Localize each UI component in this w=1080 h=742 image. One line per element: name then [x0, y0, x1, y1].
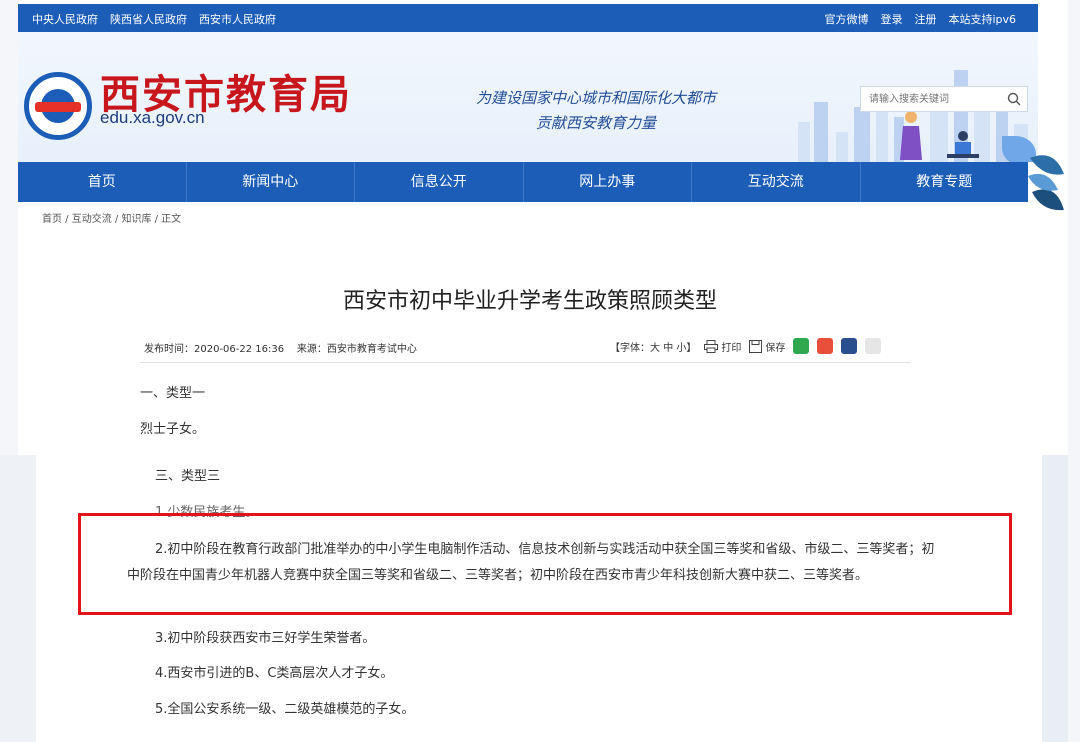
nav-education-topics[interactable]: 教育专题: [861, 162, 1029, 202]
print-icon: [704, 339, 719, 353]
link-central-gov[interactable]: 中央人民政府: [32, 11, 98, 27]
slogan-line-2: 贡献西安教育力量: [535, 114, 656, 132]
site-slogan: 为建设国家中心城市和国际化大都市 贡献西安教育力量: [436, 86, 756, 136]
skyline-building: [814, 102, 828, 162]
top-links-left: 中央人民政府 陕西省人民政府 西安市人民政府: [32, 11, 276, 27]
link-register[interactable]: 注册: [914, 11, 936, 27]
list-item-3: 3.初中阶段获西安市三好学生荣誉者。: [155, 631, 376, 646]
font-small-button[interactable]: 小: [676, 343, 686, 354]
qq-icon[interactable]: [841, 338, 858, 354]
nav-news[interactable]: 新闻中心: [187, 162, 355, 202]
publish-time: 发布时间：2020-06-22 16:36: [144, 344, 285, 355]
leaf-cluster-icon: [1028, 155, 1064, 211]
nav-interaction[interactable]: 互动交流: [692, 162, 861, 202]
top-bar: 中央人民政府 陕西省人民政府 西安市人民政府 官方微博 登录 注册 本站支持ip…: [18, 4, 1038, 32]
wechat-icon[interactable]: [793, 338, 810, 354]
article-tools: 【字体：大 中 小】 打印 保存: [610, 338, 882, 354]
weibo-icon[interactable]: [817, 338, 834, 354]
skyline-building: [798, 122, 810, 162]
search-input[interactable]: [869, 91, 999, 107]
meta-divider: [140, 362, 910, 363]
list-item-5: 5.全国公安系统一级、二级英雄模范的子女。: [155, 702, 415, 717]
slogan-line-1: 为建设国家中心城市和国际化大都市: [475, 89, 716, 107]
main-nav: 首页 新闻中心 信息公开 网上办事 互动交流 教育专题: [18, 162, 1028, 202]
logo-ribbon: [35, 102, 81, 112]
save-label: 保存: [765, 342, 786, 354]
font-size-control: 【字体：大 中 小】: [610, 339, 696, 354]
article-meta: 发布时间：2020-06-22 16:36 来源：西安市教育考试中心 【字体：大…: [140, 338, 910, 356]
nav-info-disclosure[interactable]: 信息公开: [355, 162, 524, 202]
print-label: 打印: [721, 342, 742, 354]
ipv6-label: 本站支持ipv6: [948, 13, 1016, 26]
save-button[interactable]: 保存: [749, 339, 785, 354]
article-source: 来源：西安市教育考试中心: [296, 344, 417, 355]
meta-info: 发布时间：2020-06-22 16:36 来源：西安市教育考试中心: [144, 340, 417, 355]
skyline-building: [854, 107, 870, 162]
top-links-right: 官方微博 登录 注册 本站支持ipv6: [824, 11, 1016, 27]
link-weibo[interactable]: 官方微博: [824, 11, 868, 27]
font-size-bracket: 】: [686, 342, 697, 354]
section-heading-1: 一、类型一: [140, 386, 206, 401]
nav-home[interactable]: 首页: [18, 162, 187, 202]
side-panel-left: [0, 455, 36, 742]
print-button[interactable]: 打印: [704, 339, 741, 354]
article-title: 西安市初中毕业升学考生政策照顾类型: [342, 289, 717, 314]
search-icon[interactable]: [1007, 92, 1021, 106]
search-box: [860, 86, 1028, 112]
skyline-building: [836, 132, 848, 162]
scrollbar-track[interactable]: [1042, 455, 1068, 742]
font-big-button[interactable]: 大: [650, 343, 660, 354]
link-shaanxi-gov[interactable]: 陕西省人民政府: [110, 11, 187, 27]
nav-online-services[interactable]: 网上办事: [524, 162, 692, 202]
font-mid-button[interactable]: 中: [663, 343, 673, 354]
page-frame-right: [1068, 0, 1080, 742]
site-domain: edu.xa.gov.cn: [100, 108, 205, 127]
link-login[interactable]: 登录: [880, 11, 902, 27]
highlight-annotation-box: [78, 513, 1012, 615]
figure-illustration-icon: [900, 111, 922, 160]
desk-illustration-icon: [947, 131, 979, 158]
site-header: 西安市教育局 edu.xa.gov.cn 为建设国家中心城市和国际化大都市 贡献…: [18, 32, 1038, 162]
share-icon[interactable]: [865, 338, 882, 354]
font-size-label: 【字体：: [610, 342, 650, 354]
breadcrumb[interactable]: 首页 / 互动交流 / 知识库 / 正文: [42, 210, 181, 225]
save-icon: [749, 339, 763, 353]
section-heading-3: 三、类型三: [155, 469, 221, 484]
paragraph-1: 烈士子女。: [140, 422, 206, 437]
list-item-4: 4.西安市引进的B、C类高层次人才子女。: [155, 666, 394, 681]
logo-emblem: [24, 72, 92, 140]
link-xian-gov[interactable]: 西安市人民政府: [199, 11, 276, 27]
